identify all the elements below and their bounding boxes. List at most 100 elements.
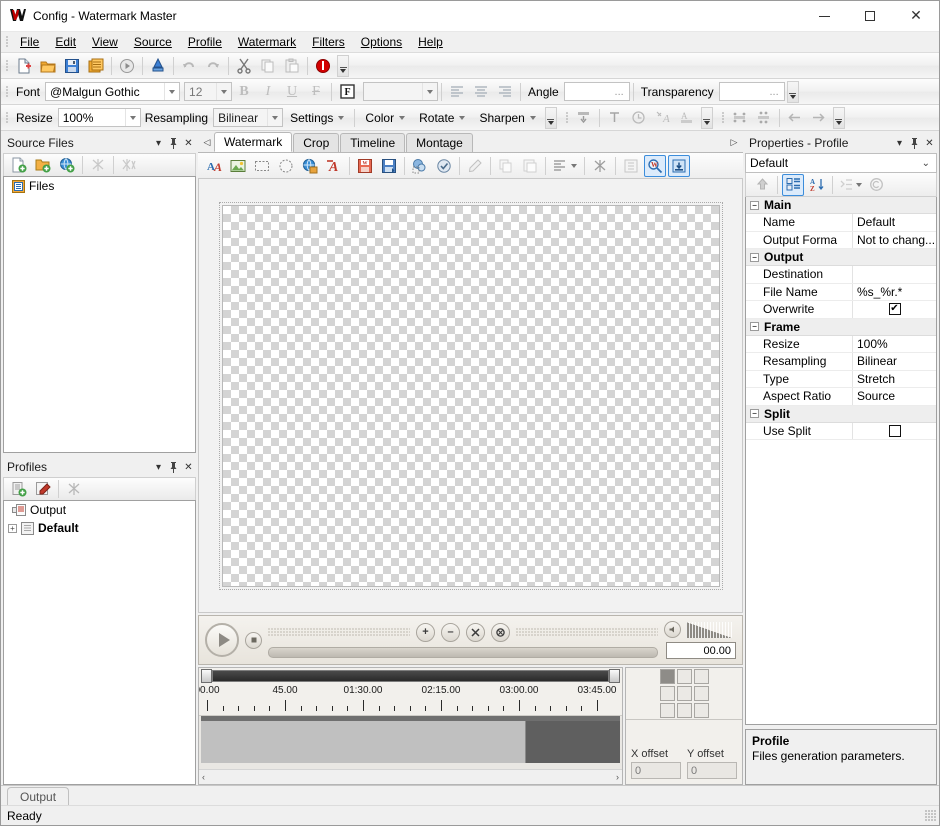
- add-web-watermark-icon[interactable]: [299, 155, 321, 177]
- property-value[interactable]: [853, 266, 936, 283]
- chevron-down-icon[interactable]: [216, 83, 231, 100]
- menu-file[interactable]: File: [12, 32, 47, 52]
- export-preview-icon[interactable]: [668, 154, 690, 177]
- anchor-cell-middle-left[interactable]: [659, 686, 675, 701]
- settings-menu-button[interactable]: Settings: [283, 107, 351, 129]
- add-rect-watermark-icon[interactable]: [251, 155, 273, 177]
- property-row[interactable]: Output Forma Not to chang...: [746, 231, 936, 249]
- property-row[interactable]: Name Default: [746, 214, 936, 232]
- insert-row-icon[interactable]: [573, 107, 595, 129]
- track-clip[interactable]: [201, 721, 526, 763]
- player-seek-slider[interactable]: [268, 646, 658, 658]
- close-icon[interactable]: ✕: [181, 459, 196, 475]
- delete-profile-icon[interactable]: [63, 478, 85, 500]
- property-row[interactable]: Aspect Ratio Source: [746, 388, 936, 406]
- underline-button[interactable]: U: [281, 81, 303, 103]
- properties-icon[interactable]: [620, 155, 642, 177]
- collapse-icon[interactable]: −: [750, 409, 759, 418]
- menu-source[interactable]: Source: [126, 32, 180, 52]
- load-watermark-icon[interactable]: [378, 155, 400, 177]
- main-toolbar-grip[interactable]: [3, 58, 10, 74]
- anchor-cell-bottom-right[interactable]: [693, 703, 709, 718]
- add-folder-icon[interactable]: [32, 154, 54, 176]
- color-menu-button[interactable]: Color: [358, 107, 412, 129]
- anchor-cell-top-left[interactable]: [659, 669, 675, 684]
- add-ellipse-watermark-icon[interactable]: [275, 155, 297, 177]
- minimize-button[interactable]: [801, 1, 847, 32]
- track-empty-region[interactable]: [526, 721, 620, 763]
- add-text-watermark-icon[interactable]: AA: [203, 155, 225, 177]
- volume-slider-icon[interactable]: [686, 621, 732, 638]
- anchor-grid[interactable]: [626, 668, 742, 720]
- chevron-down-icon[interactable]: [164, 83, 179, 100]
- property-category-frame[interactable]: − Frame: [746, 318, 936, 336]
- preview-zoom-icon[interactable]: W: [644, 154, 666, 177]
- image-toolbar-overflow-button[interactable]: [544, 106, 557, 129]
- italic-button[interactable]: I: [257, 81, 279, 103]
- edit-profile-icon[interactable]: [32, 478, 54, 500]
- anchor-cell-middle-center[interactable]: [676, 686, 692, 701]
- open-folder-icon[interactable]: [37, 55, 59, 77]
- pin-icon[interactable]: [166, 459, 181, 475]
- y-offset-input[interactable]: 0: [687, 762, 737, 779]
- tree-node-default[interactable]: + Default: [4, 519, 195, 537]
- chevron-down-icon[interactable]: ▾: [151, 459, 166, 475]
- save-watermark-icon[interactable]: W: [354, 155, 376, 177]
- image-toolbar-grip[interactable]: [3, 110, 10, 126]
- tab-timeline[interactable]: Timeline: [340, 133, 406, 152]
- property-value[interactable]: [853, 423, 936, 440]
- resize-grip-icon[interactable]: [925, 809, 937, 822]
- stop-icon[interactable]: [245, 631, 262, 649]
- expander-icon[interactable]: +: [8, 523, 17, 533]
- property-value[interactable]: %s_%r.*: [853, 284, 936, 301]
- layout-toolbar-overflow-button[interactable]: [700, 106, 713, 129]
- new-file-icon[interactable]: [13, 55, 35, 77]
- select-all-icon[interactable]: [409, 155, 431, 177]
- alphabetical-sort-icon[interactable]: AZ: [806, 174, 828, 196]
- anchor-cell-bottom-center[interactable]: [676, 703, 692, 718]
- property-value[interactable]: Stretch: [853, 371, 936, 388]
- magic-text-icon[interactable]: A: [652, 107, 674, 129]
- angle-input[interactable]: ...: [563, 82, 630, 101]
- categorized-view-icon[interactable]: [782, 173, 804, 196]
- pin-icon[interactable]: [907, 135, 922, 151]
- collapse-icon[interactable]: −: [750, 252, 759, 262]
- font-toolbar-overflow-button[interactable]: [786, 80, 799, 103]
- add-image-watermark-icon[interactable]: [227, 155, 249, 177]
- property-row[interactable]: Destination: [746, 266, 936, 284]
- tab-watermark[interactable]: Watermark: [214, 132, 293, 152]
- chevron-down-icon[interactable]: [422, 83, 437, 100]
- source-files-tree[interactable]: Files: [3, 176, 196, 453]
- clear-icon[interactable]: [433, 155, 455, 177]
- add-profile-icon[interactable]: [8, 478, 30, 500]
- checkbox-checked-icon[interactable]: ✔: [888, 303, 901, 316]
- property-value[interactable]: Source: [853, 388, 936, 405]
- anchor-cell-top-center[interactable]: [676, 669, 692, 684]
- menu-profile[interactable]: Profile: [180, 32, 230, 52]
- layout-toolbar-grip[interactable]: [563, 110, 570, 126]
- menu-view[interactable]: View: [84, 32, 126, 52]
- property-value[interactable]: Bilinear: [853, 353, 936, 370]
- fit-to-window-icon[interactable]: [466, 622, 485, 642]
- checkbox-unchecked-icon[interactable]: [888, 424, 901, 437]
- undo-icon[interactable]: [178, 55, 200, 77]
- chevron-down-icon[interactable]: ▾: [892, 135, 907, 151]
- property-value[interactable]: Default: [853, 214, 936, 231]
- delete-item-icon[interactable]: [87, 154, 109, 176]
- menu-filters[interactable]: Filters: [304, 32, 353, 52]
- preview-canvas-area[interactable]: [198, 179, 743, 613]
- profiles-tree[interactable]: Output + Default: [3, 500, 196, 785]
- property-value[interactable]: Not to chang...: [853, 232, 936, 249]
- property-row[interactable]: Type Stretch: [746, 370, 936, 388]
- menu-options[interactable]: Options: [353, 32, 410, 52]
- property-value[interactable]: ✔: [853, 301, 936, 318]
- menu-edit[interactable]: Edit: [47, 32, 84, 52]
- font-style-combo[interactable]: [363, 82, 439, 101]
- maximize-button[interactable]: [847, 1, 893, 32]
- add-url-icon[interactable]: [56, 154, 78, 176]
- stop-record-icon[interactable]: [312, 55, 334, 77]
- property-row[interactable]: Resampling Bilinear: [746, 353, 936, 371]
- property-category-output[interactable]: − Output: [746, 249, 936, 266]
- delete-layer-icon[interactable]: [589, 155, 611, 177]
- property-row[interactable]: Use Split: [746, 422, 936, 440]
